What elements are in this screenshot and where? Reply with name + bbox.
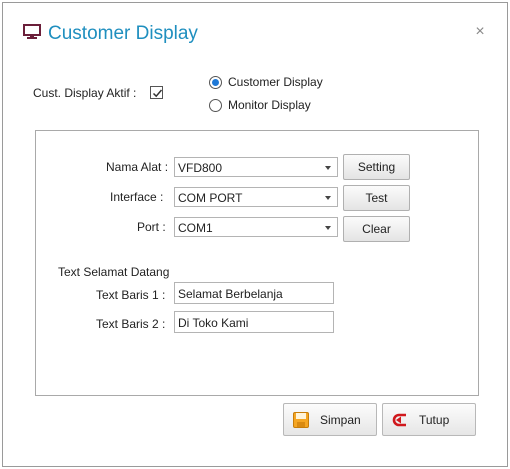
cust-display-aktif-checkbox[interactable] (150, 86, 163, 99)
nama-alat-value: VFD800 (178, 161, 223, 175)
text-baris-1-value: Selamat Berbelanja (178, 287, 283, 301)
cust-display-aktif-label: Cust. Display Aktif : (33, 86, 137, 100)
simpan-label: Simpan (320, 413, 361, 427)
chevron-down-icon (325, 166, 331, 170)
interface-value: COM PORT (178, 191, 243, 205)
nama-alat-label: Nama Alat : (106, 160, 169, 174)
port-select[interactable]: COM1 (174, 217, 338, 237)
monitor-icon (23, 24, 41, 39)
nama-alat-select[interactable]: VFD800 (174, 157, 338, 177)
settings-group-box: Nama Alat : VFD800 Setting Interface : C… (35, 130, 479, 396)
tutup-label: Tutup (419, 413, 450, 427)
radio-customer-display-label: Customer Display (228, 75, 323, 89)
port-value: COM1 (178, 221, 213, 235)
text-baris-1-input[interactable]: Selamat Berbelanja (174, 282, 334, 304)
tutup-button[interactable]: Tutup (382, 403, 476, 436)
close-icon[interactable]: × (473, 24, 487, 40)
chevron-down-icon (325, 196, 331, 200)
dialog-title: Customer Display (48, 23, 198, 44)
test-button[interactable]: Test (343, 185, 410, 211)
text-baris-2-input[interactable]: Di Toko Kami (174, 311, 334, 333)
exit-arrow-icon (392, 413, 406, 427)
text-baris-1-label: Text Baris 1 : (96, 288, 166, 302)
customer-display-dialog: Customer Display × Cust. Display Aktif :… (2, 2, 508, 467)
radio-customer-display[interactable] (209, 76, 222, 89)
text-baris-2-value: Di Toko Kami (178, 316, 249, 330)
clear-button[interactable]: Clear (343, 216, 410, 242)
interface-select[interactable]: COM PORT (174, 187, 338, 207)
title-bar: Customer Display × (3, 3, 507, 61)
chevron-down-icon (325, 226, 331, 230)
save-icon (293, 412, 309, 428)
radio-monitor-display[interactable] (209, 99, 222, 112)
simpan-button[interactable]: Simpan (283, 403, 377, 436)
checkmark-icon (152, 89, 163, 98)
port-label: Port : (137, 220, 166, 234)
welcome-text-heading: Text Selamat Datang (58, 265, 170, 279)
setting-button[interactable]: Setting (343, 154, 410, 180)
radio-monitor-display-label: Monitor Display (228, 98, 311, 112)
text-baris-2-label: Text Baris 2 : (96, 317, 166, 331)
interface-label: Interface : (110, 190, 164, 204)
